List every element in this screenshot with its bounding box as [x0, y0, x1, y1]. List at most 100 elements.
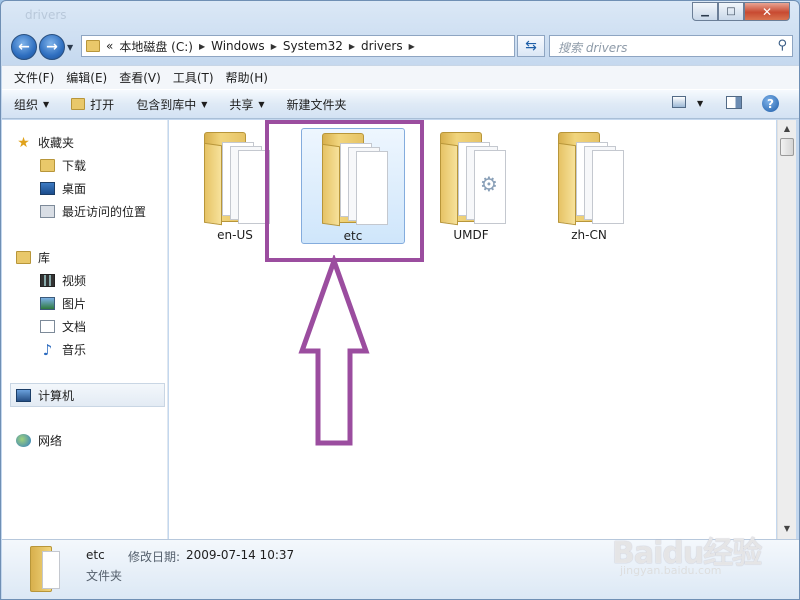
change-view-icon[interactable] [672, 96, 686, 108]
nav-label: 文档 [62, 320, 87, 334]
nav-network[interactable]: 网络 [16, 432, 62, 449]
nav-favorites[interactable]: ★ 收藏夹 [16, 134, 74, 151]
folder-item[interactable]: zh-CN [537, 128, 641, 244]
address-overflow[interactable]: « [106, 39, 113, 53]
explorer-window: drivers ▁ □ ✕ ← → ▼ « 本地磁盘 (C:) ▶ Window… [0, 0, 800, 600]
menu-view[interactable]: 查看(V) [113, 69, 167, 86]
include-library-label: 包含到库中 [136, 97, 197, 112]
folder-name: UMDF [453, 228, 489, 242]
scroll-thumb[interactable] [780, 138, 794, 156]
folder-item[interactable]: ⚙ UMDF [419, 128, 523, 244]
nav-label: 收藏夹 [38, 136, 75, 150]
folder-icon [30, 546, 64, 592]
organize-button[interactable]: 组织 ▼ [14, 96, 49, 113]
back-arrow-icon: ← [18, 39, 30, 55]
window-title: drivers [25, 8, 67, 22]
nav-music[interactable]: ♪ 音乐 [40, 341, 87, 359]
gear-icon: ⚙ [480, 172, 498, 196]
nav-videos[interactable]: 视频 [40, 272, 86, 289]
maximize-icon: □ [726, 6, 736, 17]
menu-file[interactable]: 文件(F) [8, 69, 60, 86]
picture-icon [40, 297, 55, 310]
command-bar: 组织 ▼ 打开 包含到库中 ▼ 共享 ▼ 新建文件夹 ▼ ? [2, 89, 799, 119]
network-icon [16, 434, 31, 447]
nav-label: 计算机 [38, 389, 75, 403]
preview-pane-icon[interactable] [726, 96, 742, 109]
new-folder-button[interactable]: 新建文件夹 [287, 96, 347, 113]
share-label: 共享 [229, 97, 254, 112]
downloads-folder-icon [40, 159, 55, 172]
close-icon: ✕ [761, 4, 773, 19]
new-folder-label: 新建文件夹 [286, 97, 347, 112]
refresh-button[interactable]: ⇆ [517, 35, 545, 57]
breadcrumb-segment[interactable]: drivers [361, 39, 403, 53]
folder-name: zh-CN [571, 228, 607, 242]
nav-label: 音乐 [62, 343, 87, 357]
breadcrumb-segment[interactable]: Windows [211, 39, 265, 53]
details-type: 文件夹 [86, 569, 123, 583]
details-name: etc [86, 548, 105, 562]
menu-tools[interactable]: 工具(T) [167, 69, 220, 86]
star-icon: ★ [17, 134, 30, 151]
nav-libraries[interactable]: 库 [16, 249, 50, 266]
nav-label: 视频 [62, 274, 87, 288]
open-label: 打开 [90, 97, 115, 112]
forward-button[interactable]: → [39, 34, 65, 60]
nav-label: 图片 [62, 297, 87, 311]
close-button[interactable]: ✕ [744, 2, 790, 21]
file-list[interactable]: en-US etc ⚙ UMDF zh-CN [169, 120, 776, 539]
breadcrumb-chevron-icon[interactable]: ▶ [199, 42, 205, 51]
open-button[interactable]: 打开 [71, 96, 114, 113]
modified-date-value: 2009-07-14 10:37 [186, 548, 295, 562]
minimize-icon: ▁ [701, 6, 709, 17]
forward-arrow-icon: → [46, 39, 58, 55]
nav-label: 桌面 [62, 182, 87, 196]
nav-computer[interactable]: 计算机 [16, 387, 74, 404]
watermark-url: jingyan.baidu.com [620, 564, 722, 577]
breadcrumb-chevron-icon[interactable]: ▶ [271, 42, 277, 51]
nav-pictures[interactable]: 图片 [40, 295, 86, 312]
menu-edit[interactable]: 编辑(E) [60, 69, 113, 86]
folder-icon [554, 132, 624, 226]
breadcrumb-segment[interactable]: System32 [283, 39, 343, 53]
menu-help[interactable]: 帮助(H) [220, 69, 274, 86]
minimize-button[interactable]: ▁ [692, 2, 718, 21]
help-icon[interactable]: ? [762, 95, 779, 112]
folder-icon [200, 132, 270, 226]
back-button[interactable]: ← [11, 34, 37, 60]
navigation-pane: ★ 收藏夹 下载 桌面 最近访问的位置 库 视频 图片 文档 ♪ 音乐 计算机 … [2, 120, 168, 539]
nav-documents[interactable]: 文档 [40, 318, 86, 335]
nav-desktop[interactable]: 桌面 [40, 180, 86, 197]
view-options-caret-icon[interactable]: ▼ [697, 99, 703, 108]
nav-label: 网络 [38, 434, 63, 448]
nav-label: 库 [38, 251, 51, 265]
include-library-button[interactable]: 包含到库中 ▼ [136, 96, 207, 113]
folder-icon [86, 40, 100, 52]
folder-icon: ⚙ [436, 132, 506, 226]
address-bar[interactable]: « 本地磁盘 (C:) ▶ Windows ▶ System32 ▶ drive… [81, 35, 586, 57]
breadcrumb-segment[interactable]: 本地磁盘 (C:) [119, 38, 193, 55]
scroll-up-icon[interactable]: ▲ [778, 124, 796, 136]
caret-down-icon: ▼ [201, 99, 208, 109]
breadcrumb-chevron-icon[interactable]: ▶ [409, 42, 415, 51]
desktop-icon [40, 182, 55, 195]
folder-name: en-US [217, 228, 253, 242]
caret-down-icon: ▼ [43, 99, 50, 109]
video-icon [40, 274, 55, 287]
vertical-scrollbar[interactable]: ▲ ▼ [777, 120, 796, 539]
nav-downloads[interactable]: 下载 [40, 157, 86, 174]
search-input[interactable]: 搜索 drivers ⚲ [549, 35, 793, 57]
refresh-icon: ⇆ [525, 38, 537, 54]
nav-recent[interactable]: 最近访问的位置 [40, 203, 146, 220]
title-bar[interactable]: drivers ▁ □ ✕ [1, 1, 799, 31]
share-button[interactable]: 共享 ▼ [229, 96, 264, 113]
nav-label: 最近访问的位置 [62, 205, 147, 219]
search-placeholder: 搜索 drivers [558, 41, 628, 55]
maximize-button[interactable]: □ [718, 2, 744, 21]
computer-icon [16, 389, 31, 402]
history-dropdown-icon[interactable]: ▼ [67, 43, 73, 52]
breadcrumb-chevron-icon[interactable]: ▶ [349, 42, 355, 51]
search-icon[interactable]: ⚲ [777, 38, 787, 53]
folder-open-icon [71, 98, 86, 110]
nav-label: 下载 [62, 159, 87, 173]
